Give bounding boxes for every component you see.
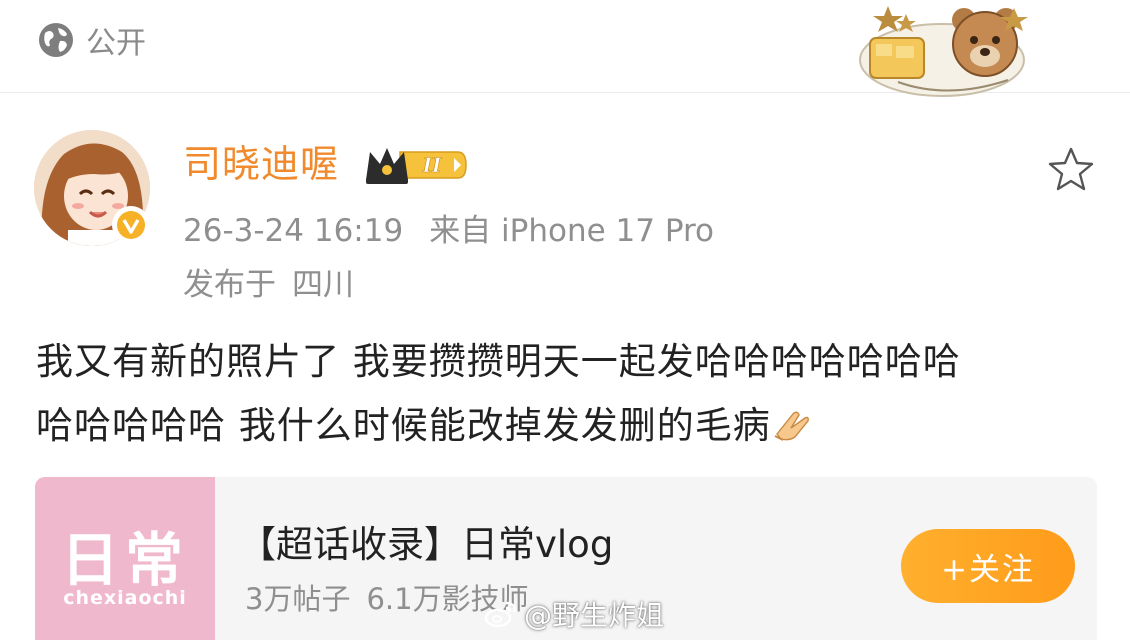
watermark-text: @野生炸姐 xyxy=(524,599,665,632)
star-icon xyxy=(1048,147,1094,191)
cover-subtitle: chexiaochi xyxy=(63,587,187,609)
top-bar: 公开 xyxy=(0,0,1130,97)
verified-icon xyxy=(117,211,145,239)
topic-cover: 日常 chexiaochi xyxy=(35,477,215,640)
follow-button[interactable]: +关注 xyxy=(901,529,1075,603)
post-text: 我又有新的照片了 我要攒攒明天一起发哈哈哈哈哈哈哈 哈哈哈哈哈 我什么时候能改掉… xyxy=(36,330,1096,458)
author-name[interactable]: 司晓迪喔 xyxy=(183,138,339,190)
watermark: @野生炸姐 xyxy=(484,594,664,634)
pray-icon xyxy=(771,404,811,444)
member-level: II xyxy=(422,153,442,177)
post-location: 发布于 四川 xyxy=(183,260,354,310)
bear-sticker-icon xyxy=(859,6,1028,97)
post-text-line-2-wrapper: 哈哈哈哈哈 我什么时候能改掉发发删的毛病 xyxy=(36,394,1096,458)
post-meta: 26-3-24 16:19 来自 iPhone 17 Pro xyxy=(183,206,714,256)
topic-title: 【超话收录】日常vlog xyxy=(239,523,614,566)
member-badge[interactable]: II xyxy=(362,140,472,190)
weibo-logo-icon xyxy=(484,601,517,628)
cover-title: 日常 xyxy=(60,526,189,594)
post-text-line-2: 哈哈哈哈哈 我什么时候能改掉发发删的毛病 xyxy=(36,404,771,447)
visibility-label: 公开 xyxy=(86,26,146,61)
post-text-line-1: 我又有新的照片了 我要攒攒明天一起发哈哈哈哈哈哈哈 xyxy=(36,340,961,383)
crown-icon: II xyxy=(366,148,467,184)
visibility-indicator[interactable]: 公开 xyxy=(36,20,146,61)
favorite-button[interactable] xyxy=(1046,145,1096,195)
location-prefix: 发布于 xyxy=(183,267,276,303)
post-timestamp: 26-3-24 16:19 xyxy=(183,213,404,249)
globe-icon xyxy=(39,23,73,57)
post-source: 来自 iPhone 17 Pro xyxy=(429,213,715,249)
verified-badge xyxy=(112,206,150,244)
topic-posts-count: 3万帖子 xyxy=(245,582,351,616)
location-value[interactable]: 四川 xyxy=(292,260,354,310)
